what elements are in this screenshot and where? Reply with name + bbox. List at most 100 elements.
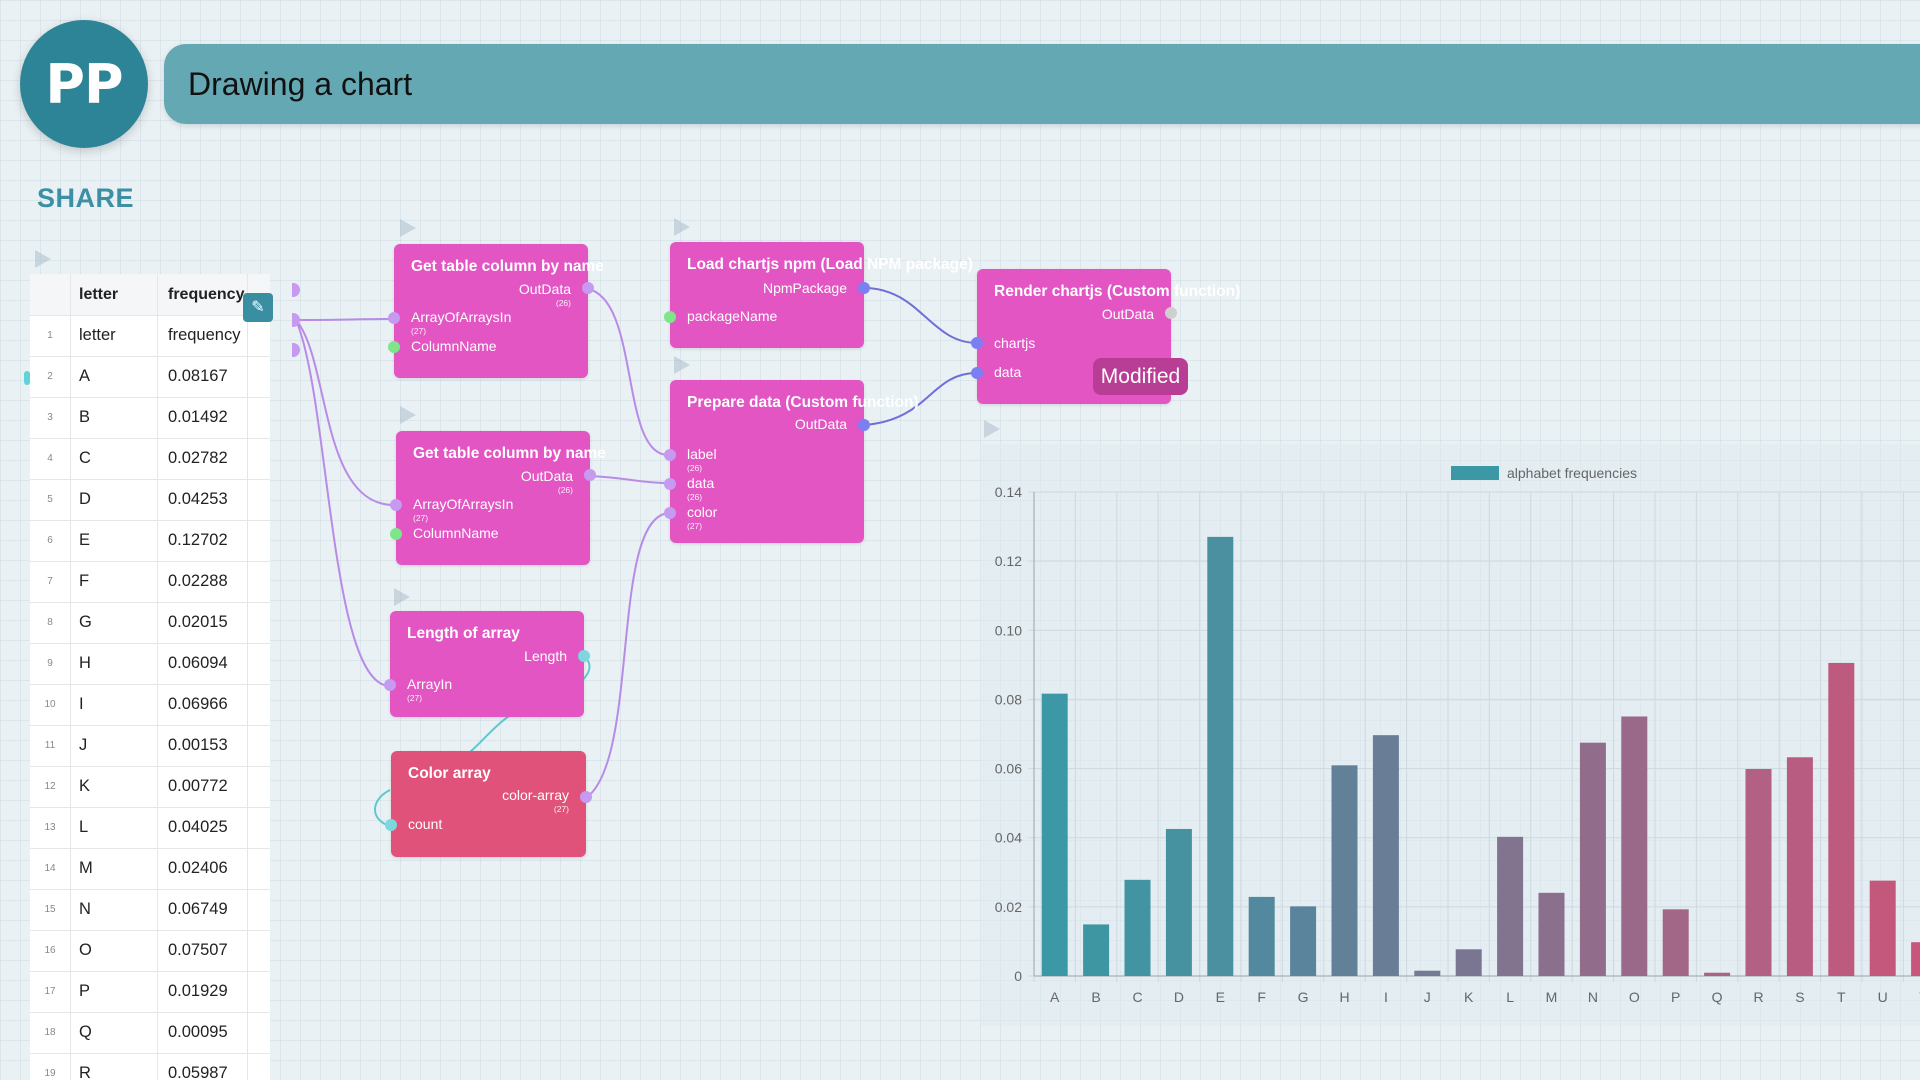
node-prepare-data[interactable]: Prepare data (Custom function) OutData l… [664,380,919,543]
table-row[interactable]: 2 A 0.08167 [30,356,270,398]
output-label: OutData [518,281,571,297]
cell-letter[interactable]: E [70,520,158,561]
table-output-port[interactable] [292,313,300,327]
node-length-of-array[interactable]: Length of array Length ArrayIn (27) [384,611,590,717]
node-load-chartjs[interactable]: Load chartjs npm (Load NPM package) NpmP… [664,242,973,348]
table-output-port[interactable] [292,343,300,357]
graph-title[interactable]: Drawing a chart [188,66,412,103]
output-port[interactable] [582,282,594,294]
cell-letter[interactable]: H [70,643,158,684]
output-port[interactable] [578,650,590,662]
title-bar[interactable]: Drawing a chart [164,44,1920,124]
x-tick-label: G [1298,989,1309,1005]
cell-letter[interactable]: P [70,971,158,1012]
cell-frequency[interactable]: 0.05987 [158,1053,248,1080]
input-port[interactable] [390,528,402,540]
table-row[interactable]: 19 R 0.05987 [30,1053,270,1080]
cell-frequency[interactable]: 0.02015 [158,602,248,643]
cell-letter[interactable]: R [70,1053,158,1080]
output-port[interactable] [858,282,870,294]
input-port[interactable] [388,312,400,324]
cell-frequency[interactable]: 0.12702 [158,520,248,561]
output-label: NpmPackage [762,280,847,296]
cell-letter[interactable]: K [70,766,158,807]
table-row[interactable]: 15 N 0.06749 [30,889,270,931]
cell-frequency[interactable]: 0.00153 [158,725,248,766]
node-get-table-column-1[interactable]: Get table column by name OutData (26) Ar… [388,244,604,378]
input-port[interactable] [971,367,983,379]
table-output-port[interactable] [292,283,300,297]
input-port[interactable] [664,507,676,519]
cell-letter[interactable]: I [70,684,158,725]
input-port[interactable] [664,449,676,461]
input-port[interactable] [664,478,676,490]
cell-letter[interactable]: letter [70,315,158,356]
cell-frequency[interactable]: 0.06749 [158,889,248,930]
table-row[interactable]: 16 O 0.07507 [30,930,270,972]
input-port[interactable] [390,499,402,511]
cell-frequency[interactable]: 0.02782 [158,438,248,479]
input-port[interactable] [971,337,983,349]
cell-frequency[interactable]: 0.04025 [158,807,248,848]
output-port[interactable] [580,791,592,803]
output-port[interactable] [1165,307,1177,319]
cell-letter[interactable]: C [70,438,158,479]
share-button[interactable]: SHARE [37,183,134,214]
cell-letter[interactable]: L [70,807,158,848]
cell-letter[interactable]: J [70,725,158,766]
x-tick-label: C [1132,989,1142,1005]
cell-frequency[interactable]: 0.01929 [158,971,248,1012]
cell-frequency[interactable]: 0.08167 [158,356,248,397]
cell-letter[interactable]: Q [70,1012,158,1053]
output-port[interactable] [584,469,596,481]
cell-letter[interactable]: O [70,930,158,971]
output-port[interactable] [858,419,870,431]
input-count: (27) [413,513,429,523]
cell-letter[interactable]: G [70,602,158,643]
cell-frequency[interactable]: 0.07507 [158,930,248,971]
cell-frequency[interactable]: frequency [158,315,248,356]
table-row[interactable]: 1 letter frequency [30,315,270,357]
column-header-frequency[interactable]: frequency [158,274,248,315]
column-header-letter[interactable]: letter [70,274,158,315]
input-label: count [408,816,443,832]
cell-frequency[interactable]: 0.02288 [158,561,248,602]
table-row[interactable]: 4 C 0.02782 [30,438,270,480]
table-row[interactable]: 9 H 0.06094 [30,643,270,685]
cell-letter[interactable]: N [70,889,158,930]
cell-letter[interactable]: D [70,479,158,520]
cell-frequency[interactable]: 0.00095 [158,1012,248,1053]
table-row[interactable]: 7 F 0.02288 [30,561,270,603]
cell-frequency[interactable]: 0.01492 [158,397,248,438]
cell-letter[interactable]: A [70,356,158,397]
node-color-array[interactable]: Color array color-array (27) count [385,751,592,857]
table-row[interactable]: 3 B 0.01492 [30,397,270,439]
cell-frequency[interactable]: 0.02406 [158,848,248,889]
table-row[interactable]: 13 L 0.04025 [30,807,270,849]
table-row[interactable]: 14 M 0.02406 [30,848,270,890]
output-label: OutData [520,468,573,484]
y-tick-label: 0.14 [995,484,1022,500]
cell-frequency[interactable]: 0.00772 [158,766,248,807]
input-port[interactable] [385,819,397,831]
table-row[interactable]: 5 D 0.04253 [30,479,270,521]
input-port[interactable] [388,341,400,353]
cell-frequency[interactable]: 0.06094 [158,643,248,684]
cell-frequency[interactable]: 0.06966 [158,684,248,725]
table-row[interactable]: 11 J 0.00153 [30,725,270,767]
table-row[interactable]: 18 Q 0.00095 [30,1012,270,1054]
table-row[interactable]: 6 E 0.12702 [30,520,270,562]
node-get-table-column-2[interactable]: Get table column by name OutData (26) Ar… [390,431,606,565]
input-port[interactable] [384,679,396,691]
edit-table-button[interactable]: ✎ [243,293,273,322]
cell-frequency[interactable]: 0.04253 [158,479,248,520]
cell-letter[interactable]: F [70,561,158,602]
cell-letter[interactable]: B [70,397,158,438]
table-row[interactable]: 10 I 0.06966 [30,684,270,726]
cell-letter[interactable]: M [70,848,158,889]
input-port[interactable] [664,311,676,323]
table-row[interactable]: 12 K 0.00772 [30,766,270,808]
app-logo[interactable]: PP [20,20,148,148]
table-row[interactable]: 17 P 0.01929 [30,971,270,1013]
table-row[interactable]: 8 G 0.02015 [30,602,270,644]
